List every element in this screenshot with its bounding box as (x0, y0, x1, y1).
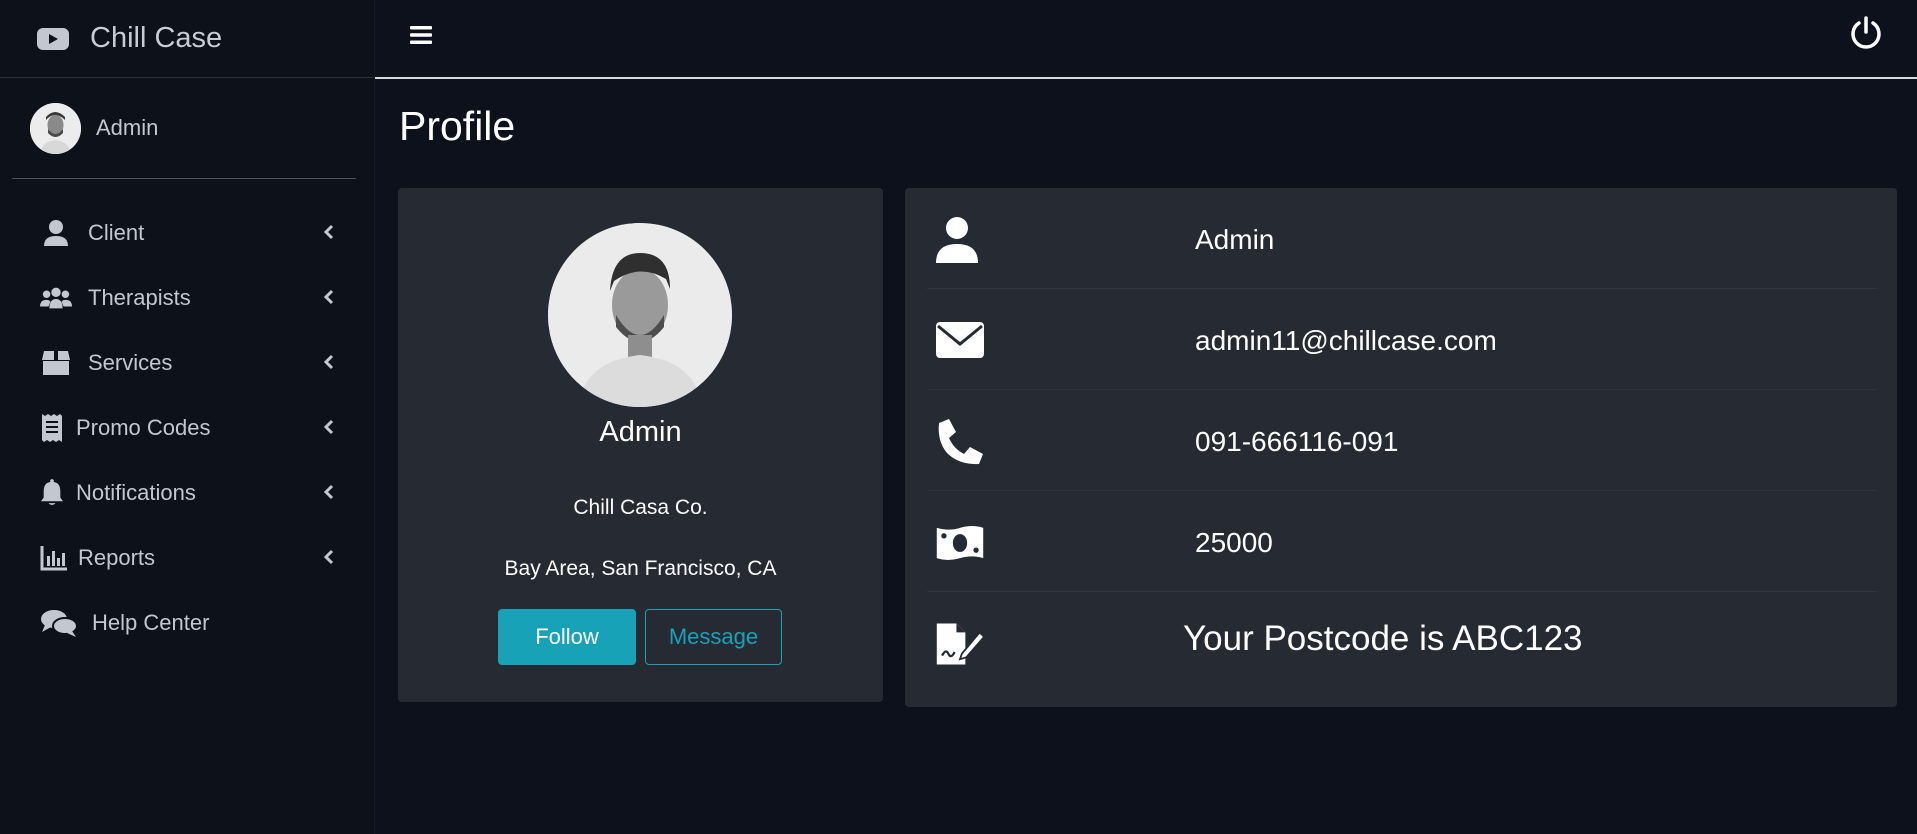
detail-phone-value: 091-666116-091 (1195, 426, 1399, 457)
avatar (30, 102, 81, 154)
page-title: Profile (399, 103, 516, 149)
detail-row-postcode: Your Postcode is ABC123 (927, 592, 1877, 693)
sidebar-item-client[interactable]: Client (0, 200, 375, 265)
sidebar-item-label: Notifications (76, 479, 196, 505)
chevron-left-icon (323, 354, 334, 370)
sidebar-item-label: Client (88, 219, 145, 245)
profile-card: Admin Chill Casa Co. Bay Area, San Franc… (398, 188, 883, 702)
user-panel[interactable]: Admin (12, 78, 356, 179)
power-icon[interactable] (1849, 16, 1883, 50)
sidebar-item-services[interactable]: Services (0, 330, 375, 395)
detail-amount-value: 25000 (1195, 527, 1273, 558)
menu-toggle-icon[interactable] (409, 23, 433, 47)
message-button[interactable]: Message (645, 609, 782, 665)
chevron-left-icon (323, 419, 334, 435)
profile-company: Chill Casa Co. (573, 496, 708, 519)
detail-row-email: admin11@chillcase.com (927, 289, 1877, 390)
detail-email-value: admin11@chillcase.com (1195, 325, 1497, 356)
receipt-icon (40, 412, 64, 444)
user-icon (40, 217, 72, 249)
user-name: Admin (96, 115, 159, 140)
detail-row-amount: 25000 (927, 491, 1877, 592)
chevron-left-icon (323, 549, 334, 565)
user-icon (936, 217, 978, 263)
money-bill-icon (936, 526, 984, 560)
top-navbar (375, 0, 1917, 79)
sidebar-item-label: Reports (78, 544, 156, 570)
detail-name-value: Admin (1195, 224, 1275, 255)
sidebar-item-promo-codes[interactable]: Promo Codes (0, 395, 375, 460)
users-icon (40, 282, 72, 314)
profile-name: Admin (599, 416, 682, 448)
detail-postcode-value: Your Postcode is ABC123 (1183, 619, 1583, 658)
sidebar-item-notifications[interactable]: Notifications (0, 460, 375, 525)
comments-icon (40, 607, 78, 639)
follow-button[interactable]: Follow (498, 609, 636, 665)
sidebar-item-therapists[interactable]: Therapists (0, 265, 375, 330)
sidebar-item-reports[interactable]: Reports (0, 525, 375, 590)
sidebar-item-label: Therapists (88, 284, 191, 310)
bell-icon (40, 477, 64, 509)
profile-photo (548, 223, 732, 407)
file-signature-icon (936, 623, 985, 665)
chevron-left-icon (323, 484, 334, 500)
brand-name: Chill Case (90, 22, 223, 54)
sidebar-item-label: Help Center (92, 609, 210, 635)
sidebar-item-label: Promo Codes (76, 414, 211, 440)
sidebar-item-help-center[interactable]: Help Center (0, 590, 375, 655)
sidebar-item-label: Services (88, 349, 173, 375)
envelope-icon (936, 322, 984, 358)
details-card: Admin admin11@chillcase.com 091-666116-0… (905, 188, 1897, 707)
sidebar-nav: Client Therapists Services Promo Codes N… (0, 200, 375, 655)
phone-icon (938, 419, 983, 465)
chart-icon (40, 542, 68, 574)
detail-row-phone: 091-666116-091 (927, 390, 1877, 491)
chevron-left-icon (323, 289, 334, 305)
youtube-icon (37, 27, 69, 50)
profile-address: Bay Area, San Francisco, CA (504, 557, 777, 580)
chevron-left-icon (323, 224, 334, 240)
brand-link[interactable]: Chill Case (0, 0, 374, 78)
box-icon (40, 347, 72, 379)
sidebar: Chill Case Admin Client Therapists Servi… (0, 0, 375, 834)
detail-row-name: Admin (927, 188, 1877, 289)
